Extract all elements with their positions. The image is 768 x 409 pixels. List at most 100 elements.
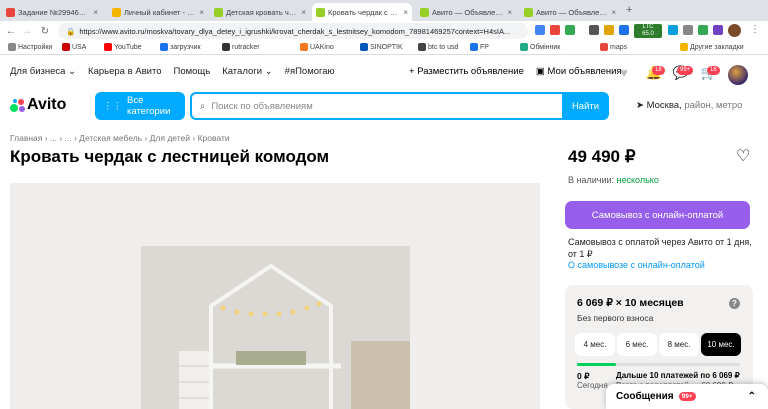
- extension-icon[interactable]: [550, 25, 560, 35]
- bookmark-icon: [300, 43, 308, 51]
- new-tab-icon[interactable]: +: [626, 4, 632, 16]
- bookmark-item[interactable]: USA: [62, 43, 86, 51]
- bookmark-item[interactable]: Обмінник: [520, 43, 560, 51]
- browser-tab[interactable]: Кровать чердак с лестнице...×: [312, 3, 412, 21]
- tab-favicon: [420, 7, 429, 17]
- installment-progress-fill: [577, 363, 617, 366]
- browser-tab[interactable]: Детская кровать чердак...×: [210, 3, 310, 21]
- browser-tab[interactable]: Задание №2994622 - ...×: [2, 3, 102, 21]
- browser-toolbar: ← → ↻ 🔒 https://www.avito.ru/moskva/tova…: [0, 21, 768, 41]
- bookmark-item[interactable]: rutracker: [222, 43, 260, 51]
- listing-photo[interactable]: [10, 183, 540, 409]
- favorite-heart-icon[interactable]: ♡: [736, 146, 750, 166]
- close-tab-icon[interactable]: ×: [93, 8, 98, 17]
- bookmark-item[interactable]: SINOPTIK: [360, 43, 403, 51]
- today-label: Сегодня: [577, 381, 608, 390]
- breadcrumb[interactable]: Главная › ... › ... › Детская мебель › Д…: [10, 133, 230, 143]
- availability: В наличии: несколько: [568, 175, 659, 185]
- all-categories-button[interactable]: ⋮⋮ Все категории: [95, 92, 185, 120]
- pickup-online-pay-button[interactable]: Самовывоз с онлайн-оплатой: [565, 201, 750, 229]
- chevron-up-icon[interactable]: ⌃: [748, 391, 756, 402]
- bookmark-icon: [160, 43, 168, 51]
- favorites-heart-icon[interactable]: ♥: [615, 65, 633, 80]
- header-link-help-charity[interactable]: #яПомогаю: [285, 66, 335, 77]
- user-avatar[interactable]: [728, 65, 748, 85]
- extension-icon[interactable]: [668, 25, 678, 35]
- pickup-info-link[interactable]: О самовывозе с онлайн-оплатой: [568, 260, 705, 270]
- bed-illustration: [141, 246, 410, 409]
- extension-icon[interactable]: [565, 25, 575, 35]
- tab-title: Личный кабинет - Обр...: [124, 7, 196, 17]
- installment-month-option[interactable]: 6 мес.: [617, 333, 657, 356]
- forward-icon[interactable]: →: [20, 26, 34, 37]
- bookmark-icon: [222, 43, 230, 51]
- header-link-help[interactable]: Помощь: [174, 66, 211, 77]
- listing-price: 49 490 ₽: [568, 147, 636, 166]
- bookmarks-bar: Настройки USA YouTube загрузчик rutracker UAK…: [0, 41, 768, 55]
- installment-title: 6 069 ₽ × 10 месяцев: [577, 297, 684, 309]
- extension-icon[interactable]: [619, 25, 629, 35]
- bookmark-icon: [680, 43, 688, 51]
- installment-month-option[interactable]: 8 мес.: [659, 333, 699, 356]
- bookmark-icon: [62, 43, 70, 51]
- photo-room: [141, 246, 410, 409]
- menu-icon[interactable]: ⋮: [750, 24, 760, 35]
- installment-month-option[interactable]: 4 мес.: [575, 333, 615, 356]
- puzzle-icon[interactable]: [683, 25, 693, 35]
- extension-icon[interactable]: [589, 25, 599, 35]
- close-tab-icon[interactable]: ×: [611, 8, 616, 17]
- close-tab-icon[interactable]: ×: [403, 8, 408, 17]
- back-icon[interactable]: ←: [4, 26, 18, 37]
- location-arrow-icon: ➤: [636, 100, 647, 111]
- search-button[interactable]: Найти: [562, 92, 609, 120]
- bookmark-item[interactable]: maps: [600, 43, 627, 51]
- chevron-down-icon: ⌄: [65, 66, 77, 77]
- tab-title: Авито — Объявления н...: [432, 7, 505, 17]
- help-icon[interactable]: ?: [729, 298, 740, 309]
- bookmark-item[interactable]: загрузчик: [160, 43, 201, 51]
- bookmark-item[interactable]: btc to usd: [418, 43, 458, 51]
- extension-icon[interactable]: [604, 25, 614, 35]
- search-input[interactable]: ⌕ Поиск по объявлениям: [190, 92, 562, 120]
- bookmark-icon: [360, 43, 368, 51]
- post-ad-link[interactable]: + Разместить объявление: [409, 66, 524, 77]
- extension-icon[interactable]: [713, 25, 723, 35]
- avito-logo[interactable]: Avito: [10, 96, 66, 114]
- chevron-down-icon: ⌄: [262, 66, 273, 77]
- cart-badge: 16: [707, 66, 720, 75]
- my-ads-link[interactable]: ▣ Мои объявления: [536, 66, 622, 77]
- bookmark-item[interactable]: YouTube: [104, 43, 142, 51]
- browser-tab[interactable]: Личный кабинет - Обр...×: [108, 3, 208, 21]
- ltc-ticker[interactable]: LTC 65.0: [634, 24, 662, 38]
- tab-favicon: [524, 7, 533, 17]
- installment-month-option[interactable]: 10 мес.: [701, 333, 741, 356]
- next-payments: Дальше 10 платежей по 6 069 ₽: [616, 371, 740, 380]
- location-selector[interactable]: ➤ Москва, район, метро: [636, 100, 742, 111]
- bookmark-item[interactable]: Настройки: [8, 43, 52, 51]
- header-links: Для бизнеса ⌄ Карьера в Авито Помощь Кат…: [10, 66, 335, 77]
- reload-icon[interactable]: ↻: [38, 26, 52, 37]
- avito-dots-icon: [10, 98, 25, 113]
- header-link-business[interactable]: Для бизнеса ⌄: [10, 66, 76, 77]
- close-tab-icon[interactable]: ×: [507, 8, 512, 17]
- installment-subtitle: Без первого взноса: [577, 313, 654, 323]
- header-link-career[interactable]: Карьера в Авито: [88, 66, 161, 77]
- close-tab-icon[interactable]: ×: [199, 8, 204, 17]
- messages-widget[interactable]: Сообщения 99+ ⌃: [606, 384, 768, 409]
- address-bar[interactable]: 🔒 https://www.avito.ru/moskva/tovary_dly…: [58, 23, 528, 39]
- bookmark-icon: [8, 43, 16, 51]
- bookmark-icon: [418, 43, 426, 51]
- extension-icon[interactable]: [698, 25, 708, 35]
- browser-tab[interactable]: Авито — Объявления н...×: [520, 3, 620, 21]
- tab-favicon: [112, 7, 121, 17]
- bookmark-item[interactable]: FP: [470, 43, 489, 51]
- bookmark-item[interactable]: Другие закладки: [680, 43, 744, 51]
- extension-icon[interactable]: [535, 25, 545, 35]
- bookmark-item[interactable]: UAKino: [300, 43, 334, 51]
- profile-avatar[interactable]: [728, 24, 741, 37]
- header-link-catalogs[interactable]: Каталоги ⌄: [222, 66, 272, 77]
- close-tab-icon[interactable]: ×: [301, 8, 306, 17]
- tab-favicon: [6, 7, 15, 17]
- url-text: https://www.avito.ru/moskva/tovary_dlya_…: [79, 26, 511, 36]
- browser-tab[interactable]: Авито — Объявления н...×: [416, 3, 516, 21]
